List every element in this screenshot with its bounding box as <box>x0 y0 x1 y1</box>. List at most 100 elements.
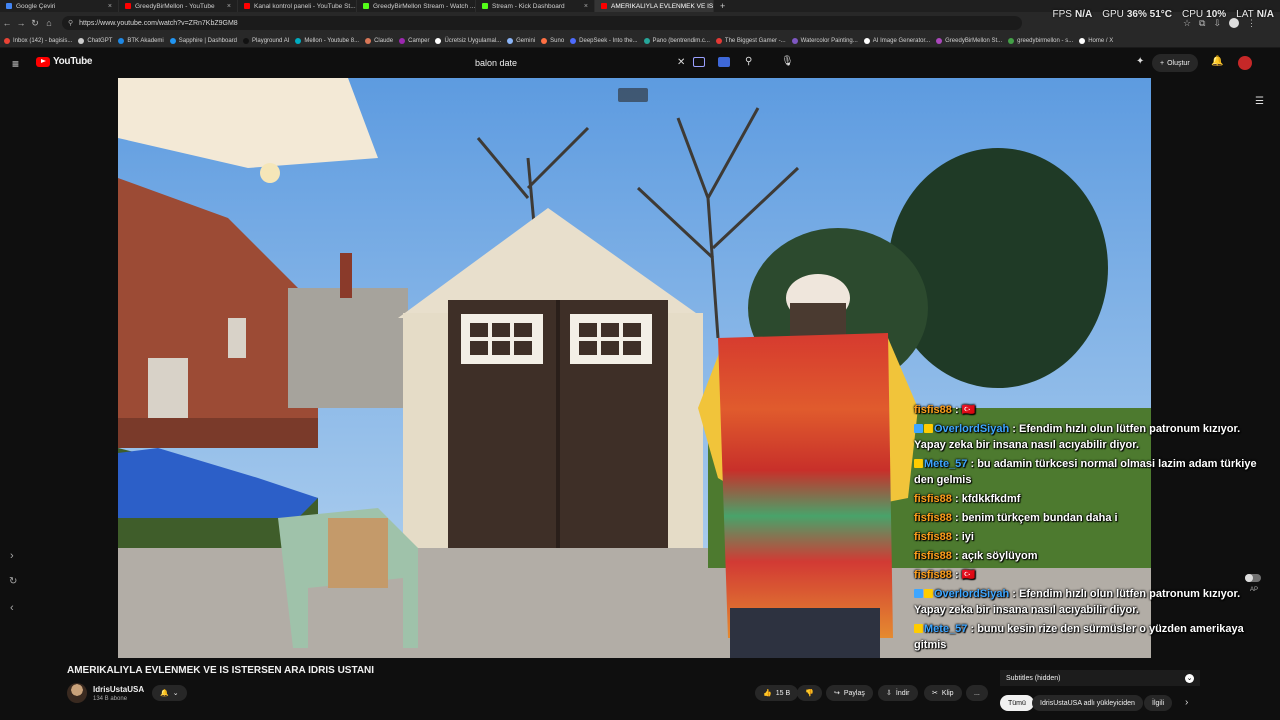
bookmark-label: Sapphire | Dashboard <box>178 37 238 44</box>
bookmark-item[interactable]: Camper <box>399 37 430 44</box>
url-text: https://www.youtube.com/watch?v=ZRn7KbZ9… <box>79 19 238 27</box>
chevron-right-icon[interactable]: › <box>10 550 14 562</box>
youtube-logo[interactable]: YouTube <box>36 56 93 67</box>
chat-separator: : <box>951 403 962 416</box>
screen-icon[interactable] <box>718 57 730 67</box>
create-button[interactable]: + Oluştur <box>1152 54 1198 72</box>
subscribe-bell-button[interactable]: 🔔 ⌄ <box>152 685 187 701</box>
bookmark-item[interactable]: Ücretsiz Uygulamal... <box>435 37 502 44</box>
tab-favicon-icon <box>6 3 12 9</box>
chip-related[interactable]: İlgili <box>1144 695 1173 711</box>
chat-username[interactable]: OverlordSiyah <box>934 588 1009 600</box>
bookmark-label: Mellon - Youtube 8... <box>304 37 360 44</box>
translate-icon[interactable] <box>693 57 705 67</box>
bookmark-item[interactable]: ChatGPT <box>78 37 112 44</box>
bookmark-item[interactable]: Gemini <box>507 37 535 44</box>
forward-icon[interactable]: → <box>14 18 28 28</box>
tab-favicon-icon <box>601 3 607 9</box>
browser-tab[interactable]: AMERIKALIYLA EVLENMEK VE IS İ...× <box>595 0 714 12</box>
browser-tab[interactable]: Stream - Kick Dashboard × <box>476 0 595 12</box>
browser-tab[interactable]: Google Çeviri × <box>0 0 119 12</box>
download-icon: ⇩ <box>886 690 892 697</box>
fps-stat: FPS N/A <box>1052 9 1093 20</box>
bookmark-favicon-icon <box>643 37 650 44</box>
bookmark-label: Suno <box>550 37 565 44</box>
account-avatar[interactable] <box>1238 56 1252 70</box>
share-button[interactable]: ↪ Paylaş <box>826 685 873 701</box>
chat-username[interactable]: Mete_57 <box>924 623 967 635</box>
chat-message: OverlordSiyah : Efendim hızlı olun lütfe… <box>912 584 1272 619</box>
bookmark-label: Ücretsiz Uygulamal... <box>444 37 502 44</box>
bookmark-label: Camper <box>408 37 430 44</box>
like-button[interactable]: 👍 15 B <box>755 685 799 701</box>
chat-username[interactable]: fisfis88 <box>914 531 952 543</box>
chip-from-uploader[interactable]: IdrisUstaUSA adlı yükleyiciden <box>1032 695 1143 711</box>
bookmark-item[interactable]: DeepSeek - Into the... <box>570 37 638 44</box>
bookmark-item[interactable]: Watercolor Painting... <box>791 37 858 44</box>
bookmark-item[interactable]: greedybirmellon - s... <box>1008 37 1073 44</box>
site-info-icon[interactable]: ⚲ <box>68 19 73 27</box>
microphone-icon[interactable]: 🎙 <box>781 56 794 67</box>
channel-avatar[interactable] <box>67 683 87 703</box>
chat-username[interactable]: fisfis88 <box>914 569 952 581</box>
chips-next-icon[interactable]: › <box>1185 697 1188 708</box>
chevron-down-icon[interactable]: ⌄ <box>1185 673 1194 683</box>
browser-tab[interactable]: Kanal kontrol paneli - YouTube St...× <box>238 0 357 12</box>
bookmark-label: Pano (bentrendim.c... <box>652 37 710 44</box>
chat-username[interactable]: OverlordSiyah <box>934 423 1009 435</box>
chevron-left-icon[interactable]: ‹ <box>10 602 14 614</box>
clear-search-icon[interactable]: ✕ <box>677 57 685 68</box>
close-tab-icon[interactable]: × <box>108 3 112 10</box>
chip-all[interactable]: Tümü <box>1000 695 1034 711</box>
tab-title: Google Çeviri <box>16 2 56 10</box>
bookmark-item[interactable]: AI Image Generator... <box>863 37 930 44</box>
new-tab-icon[interactable]: + <box>714 1 725 11</box>
dislike-button[interactable]: 👎 <box>797 685 822 701</box>
chat-overlay: fisfis88 : 🇹🇷 OverlordSiyah : Efendim hız… <box>912 400 1272 676</box>
subtitles-panel[interactable]: Subtitles (hidden) ⌄ <box>1000 670 1200 686</box>
bookmark-item[interactable]: GreedyBirMellon St... <box>936 37 1002 44</box>
chat-username[interactable]: fisfis88 <box>914 493 952 505</box>
bookmark-favicon-icon <box>715 37 722 44</box>
download-button[interactable]: ⇩ İndir <box>878 685 918 701</box>
browser-tab[interactable]: GreedyBirMellon Stream - Watch ...× <box>357 0 476 12</box>
chat-menu-icon[interactable]: ☰ <box>1255 96 1264 107</box>
bookmark-item[interactable]: Pano (bentrendim.c... <box>643 37 710 44</box>
more-actions-button[interactable]: ... <box>966 685 988 701</box>
bookmark-label: Claude <box>374 37 394 44</box>
bookmark-item[interactable]: Mellon - Youtube 8... <box>295 37 360 44</box>
tab-favicon-icon <box>363 3 369 9</box>
channel-name[interactable]: IdrisUstaUSA <box>93 685 144 694</box>
hamburger-menu-icon[interactable]: ≡ <box>12 57 24 71</box>
close-tab-icon[interactable]: × <box>227 3 231 10</box>
bookmark-item[interactable]: Inbox (142) - bagisis... <box>4 37 72 44</box>
tab-title: Stream - Kick Dashboard <box>492 2 565 10</box>
chat-username[interactable]: fisfis88 <box>914 512 952 524</box>
chat-username[interactable]: fisfis88 <box>914 404 952 416</box>
bookmark-item[interactable]: Home / X <box>1079 37 1113 44</box>
bookmark-favicon-icon <box>1079 37 1086 44</box>
search-icon[interactable]: ⚲ <box>745 56 752 67</box>
bookmark-item[interactable]: Suno <box>541 37 565 44</box>
chat-message: Mete_57 : bu adamin türkcesi normal olma… <box>912 454 1272 489</box>
chat-username[interactable]: Mete_57 <box>924 458 967 470</box>
back-icon[interactable]: ← <box>0 18 14 28</box>
bookmark-item[interactable]: The Biggest Gamer -... <box>715 37 786 44</box>
bookmark-favicon-icon <box>863 37 870 44</box>
tab-favicon-icon <box>125 3 131 9</box>
bookmark-item[interactable]: Sapphire | Dashboard <box>169 37 238 44</box>
reload-icon[interactable]: ↻ <box>28 18 42 29</box>
close-tab-icon[interactable]: × <box>584 3 588 10</box>
chat-separator: : <box>967 457 978 470</box>
gemini-icon[interactable]: ✦ <box>1136 56 1144 67</box>
url-input[interactable]: ⚲ https://www.youtube.com/watch?v=ZRn7Kb… <box>62 16 1022 30</box>
bookmark-item[interactable]: BTK Akademi <box>118 37 164 44</box>
home-icon[interactable]: ⌂ <box>42 18 56 28</box>
browser-tab[interactable]: GreedyBirMellon - YouTube × <box>119 0 238 12</box>
refresh-icon[interactable]: ↻ <box>9 576 17 587</box>
chat-username[interactable]: fisfis88 <box>914 550 952 562</box>
bookmark-item[interactable]: Playground AI <box>243 37 289 44</box>
clip-button[interactable]: ✂ Klip <box>924 685 962 701</box>
notifications-bell-icon[interactable]: 🔔 <box>1211 56 1223 67</box>
bookmark-item[interactable]: Claude <box>365 37 394 44</box>
